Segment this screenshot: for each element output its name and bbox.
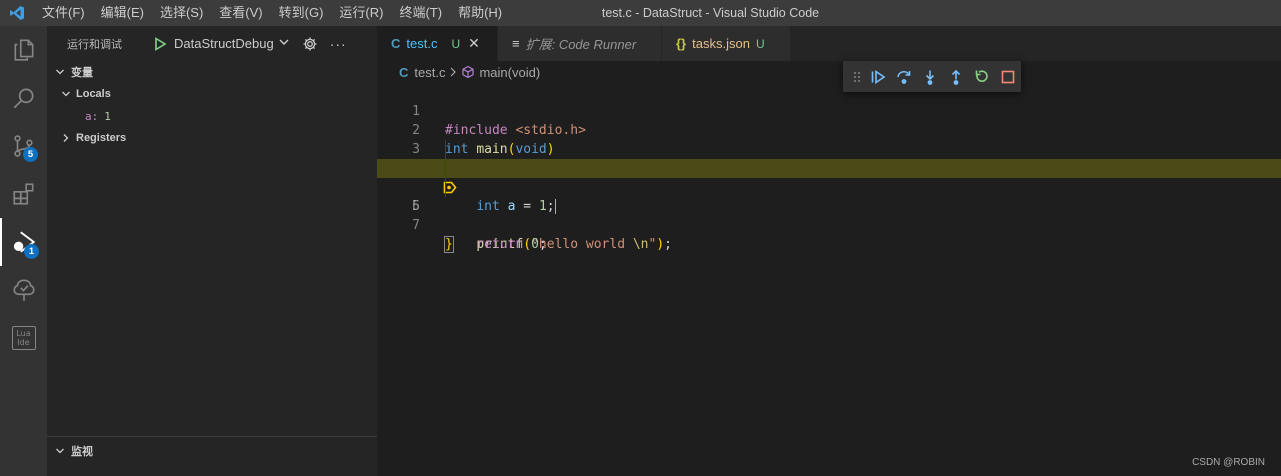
c-file-icon: C [391, 36, 401, 51]
search-icon [13, 88, 34, 109]
gear-icon[interactable] [302, 36, 318, 52]
chevron-right-icon [449, 65, 457, 80]
c-file-icon: C [399, 64, 409, 80]
sidebar-header: 运行和调试 DataStructDebug ··· [47, 26, 377, 61]
variable-value: 1 [104, 109, 111, 123]
code-editor[interactable]: 1 #include <stdio.h> 2 int main(void) 3 … [377, 83, 1281, 253]
search-button[interactable] [0, 74, 47, 122]
chevron-down-icon [53, 446, 67, 456]
variables-section-title: 变量 [71, 67, 93, 79]
untracked-badge: U [755, 36, 765, 51]
menu-go[interactable]: 转到(G) [271, 0, 332, 26]
title-bar: 文件(F) 编辑(E) 选择(S) 查看(V) 转到(G) 运行(R) 终端(T… [0, 0, 1281, 26]
code-line: 3 { [377, 121, 1281, 177]
breadcrumb-file[interactable]: test.c [414, 65, 445, 80]
editor-tabs: C test.c U ✕ ≡ 扩展: Code Runner {} tasks.… [377, 26, 1281, 61]
tab-tasks-json[interactable]: {} tasks.json U [662, 26, 791, 61]
menu-help[interactable]: 帮助(H) [450, 0, 510, 26]
locals-scope[interactable]: Locals [47, 83, 377, 105]
play-icon [155, 36, 167, 51]
menu-view[interactable]: 查看(V) [211, 0, 270, 26]
registers-scope[interactable]: Registers [47, 127, 377, 149]
json-file-icon: {} [676, 36, 687, 51]
tab-label: test.c [406, 36, 438, 51]
tab-test-c[interactable]: C test.c U ✕ [377, 26, 498, 61]
line-number: 7 [412, 218, 420, 233]
code-token: \n [632, 237, 649, 252]
extensions-icon [12, 183, 33, 205]
breadcrumb-symbol[interactable]: main(void) [479, 65, 540, 80]
run-debug-button[interactable]: 1 [0, 218, 47, 266]
watch-section-title: 监视 [71, 445, 93, 458]
tab-extension-code-runner[interactable]: ≡ 扩展: Code Runner [498, 26, 662, 61]
menu-run[interactable]: 运行(R) [331, 0, 391, 26]
code-line: 7 } [377, 197, 1281, 253]
debug-current-line-icon [380, 162, 457, 194]
locals-label: Locals [76, 88, 111, 100]
remote-tree-icon [12, 279, 35, 301]
code-token: return [476, 237, 524, 252]
debug-sidebar: 运行和调试 DataStructDebug ··· 变量 Locals a: 1… [47, 26, 377, 476]
start-debugging-button[interactable] [152, 36, 168, 52]
code-token: 0 [531, 237, 539, 252]
code-token: } [444, 236, 454, 253]
code-line: 2 int main(void) [377, 102, 1281, 157]
untracked-badge: U [451, 36, 461, 51]
variable-row[interactable]: a: 1 [47, 105, 377, 127]
debug-config-name: DataStructDebug [174, 36, 274, 51]
editor-area: C test.c U ✕ ≡ 扩展: Code Runner {} tasks.… [377, 26, 1281, 476]
code-line: 4 int a = 1; [377, 140, 1281, 214]
run-debug-badge: 1 [24, 244, 39, 259]
variables-section-header[interactable]: 变量 [47, 61, 377, 83]
lua-ide-icon: Lua Ide [11, 326, 36, 350]
code-token: ; [664, 237, 672, 252]
remote-explorer-button[interactable] [0, 266, 47, 314]
indent-guide [445, 178, 446, 197]
breadcrumb: C test.c main(void) [377, 61, 1281, 83]
lua-ide-label-line-2: Ide [17, 338, 30, 347]
chevron-down-icon [53, 67, 67, 77]
chevron-down-icon [278, 36, 290, 51]
code-line-current: 5 printf("hello world \n"); [377, 159, 1281, 252]
more-actions-icon[interactable]: ··· [330, 36, 347, 52]
debug-config-select[interactable]: DataStructDebug [174, 36, 290, 51]
code-token: ) [656, 237, 665, 252]
activity-bar: 5 1 Lua Ide [0, 26, 47, 476]
registers-label: Registers [76, 132, 127, 144]
tab-label: 扩展: Code Runner [525, 37, 637, 52]
chevron-right-icon [59, 133, 73, 143]
sidebar-title: 运行和调试 [67, 38, 122, 51]
preview-icon: ≡ [512, 36, 520, 51]
menu-bar: 文件(F) 编辑(E) 选择(S) 查看(V) 转到(G) 运行(R) 终端(T… [34, 0, 510, 26]
source-control-button[interactable]: 5 [0, 122, 47, 170]
lua-ide-label-line-1: Lua [16, 329, 31, 338]
variable-name: a: [85, 109, 99, 123]
watermark: CSDN @ROBIN [1192, 457, 1265, 468]
code-line: 1 #include <stdio.h> [377, 83, 1281, 138]
lua-ide-button[interactable]: Lua Ide [0, 314, 47, 362]
indent-guide [445, 159, 446, 178]
indent-guide [445, 140, 446, 159]
close-icon[interactable]: ✕ [468, 35, 480, 52]
menu-terminal[interactable]: 终端(T) [391, 0, 450, 26]
vscode-logo-icon [0, 0, 34, 26]
menu-selection[interactable]: 选择(S) [152, 0, 211, 26]
cube-symbol-icon [461, 65, 475, 79]
code-token: ; [538, 237, 547, 252]
explorer-button[interactable] [0, 26, 47, 74]
extensions-button[interactable] [0, 170, 47, 218]
source-control-badge: 5 [23, 147, 38, 162]
watch-section-header[interactable]: 监视 [47, 436, 377, 464]
code-line: 6 return 0; [377, 178, 1281, 252]
explorer-files-icon [14, 39, 33, 61]
menu-edit[interactable]: 编辑(E) [93, 0, 152, 26]
chevron-down-icon [59, 89, 73, 99]
tab-label: tasks.json [692, 36, 750, 51]
menu-file[interactable]: 文件(F) [34, 0, 93, 26]
